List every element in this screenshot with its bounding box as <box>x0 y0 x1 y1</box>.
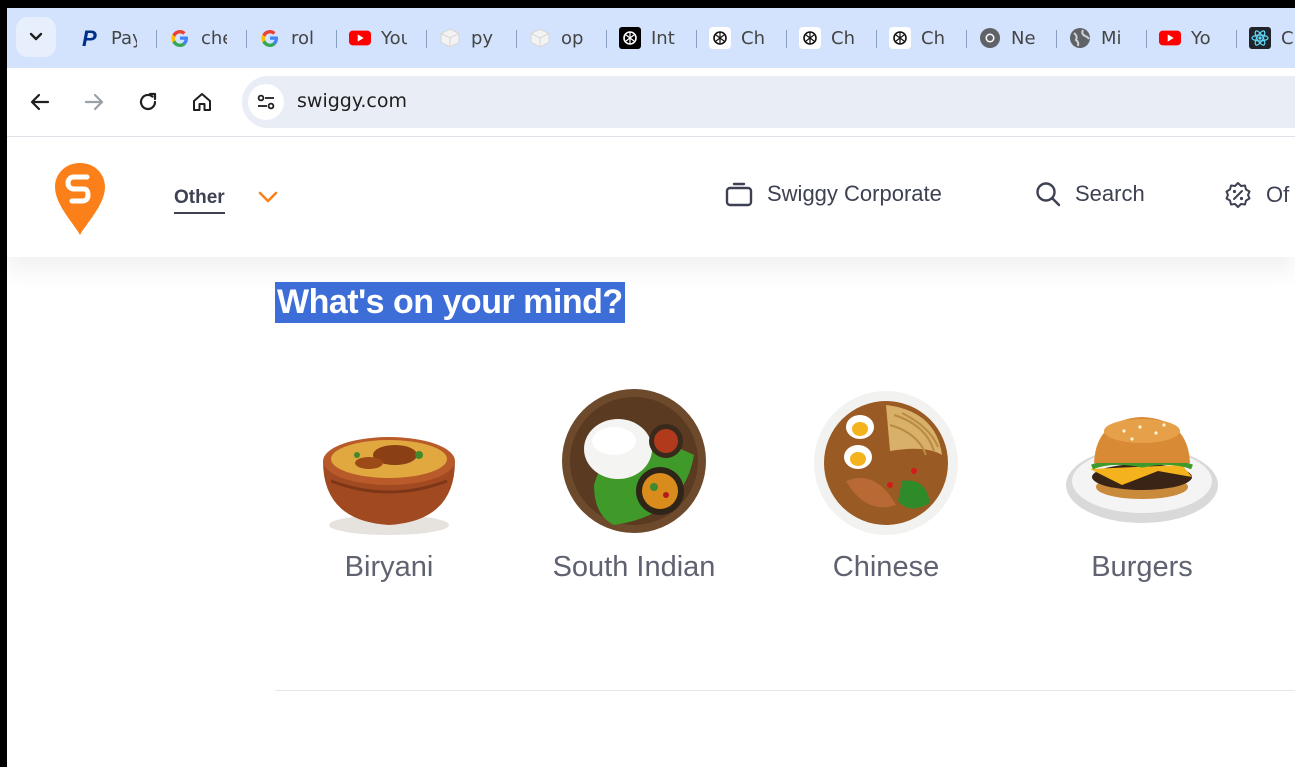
search-icon <box>1035 181 1061 207</box>
tab-title: Ch <box>921 27 945 49</box>
browser-tab[interactable]: Int <box>607 22 697 54</box>
south-indian-image <box>554 385 714 545</box>
browser-tab[interactable]: py <box>427 22 517 54</box>
burgers-image <box>1062 385 1222 545</box>
youtube-icon <box>349 27 371 49</box>
cuisine-biryani[interactable]: Biryani <box>289 385 489 584</box>
forward-button[interactable] <box>77 85 111 119</box>
tab-title: Ch <box>741 27 765 49</box>
cube-icon <box>529 27 551 49</box>
google-icon <box>169 27 191 49</box>
browser-tab[interactable]: C <box>1237 22 1295 54</box>
svg-text:P: P <box>82 27 97 49</box>
tune-icon <box>257 94 275 110</box>
openai-icon <box>709 27 731 49</box>
tab-title: op <box>561 27 584 49</box>
search-link[interactable]: Search <box>1035 181 1145 207</box>
cuisine-south-indian[interactable]: South Indian <box>534 385 734 584</box>
tab-title: py <box>471 27 494 49</box>
chevron-down-icon[interactable] <box>257 189 279 205</box>
cuisine-label: Burgers <box>1091 551 1193 583</box>
browser-tab[interactable]: P Pay <box>67 22 157 54</box>
globe-icon <box>1069 27 1091 49</box>
chevron-down-icon <box>29 32 43 41</box>
briefcase-icon <box>725 181 753 207</box>
browser-tab[interactable]: rol <box>247 22 337 54</box>
cuisine-label: South Indian <box>552 551 716 583</box>
reload-button[interactable] <box>131 85 165 119</box>
swiggy-corporate-link[interactable]: Swiggy Corporate <box>725 181 942 207</box>
section-divider <box>275 690 1295 691</box>
arrow-right-icon <box>84 93 104 111</box>
url-text[interactable]: swiggy.com <box>297 90 407 112</box>
tab-title: Ne <box>1011 27 1036 49</box>
cuisine-burgers[interactable]: Burgers <box>1042 385 1242 584</box>
offers-badge-icon <box>1224 181 1252 209</box>
biryani-image <box>309 385 469 545</box>
tab-strip: P Pay che rol You py op <box>7 8 1295 68</box>
browser-tab[interactable]: You <box>337 22 427 54</box>
swiggy-corporate-label: Swiggy Corporate <box>767 181 942 206</box>
tab-title: Int <box>651 27 675 49</box>
cuisine-label: Biryani <box>344 551 434 583</box>
swiggy-page: Other Swiggy Corporate Search Of What's … <box>7 137 1295 767</box>
chinese-image <box>806 385 966 545</box>
browser-tab[interactable]: Ch <box>877 22 967 54</box>
tab-title: Pay <box>111 27 137 49</box>
tab-title: C <box>1281 27 1294 49</box>
browser-tab[interactable]: Mi <box>1057 22 1147 54</box>
openai-icon <box>799 27 821 49</box>
site-info-button[interactable] <box>248 84 284 120</box>
location-selector[interactable]: Other <box>174 187 225 214</box>
back-button[interactable] <box>23 85 57 119</box>
reload-icon <box>139 92 157 111</box>
cuisine-label: Chinese <box>832 551 940 583</box>
youtube-icon <box>1159 27 1181 49</box>
chrome-icon <box>979 27 1001 49</box>
search-label: Search <box>1075 181 1145 206</box>
browser-tab[interactable]: che <box>157 22 247 54</box>
browser-tab[interactable]: Ch <box>697 22 787 54</box>
tab-title: che <box>201 27 227 49</box>
swiggy-logo-icon <box>55 163 105 235</box>
browser-window: P Pay che rol You py op <box>0 0 1295 767</box>
cube-icon <box>439 27 461 49</box>
tab-title: rol <box>291 27 315 49</box>
browser-tab[interactable]: Ne <box>967 22 1057 54</box>
paypal-icon: P <box>79 27 101 49</box>
home-button[interactable] <box>185 85 219 119</box>
section-title: What's on your mind? <box>275 282 625 323</box>
tab-title: You <box>381 27 407 49</box>
tab-title: Yo <box>1191 27 1211 49</box>
openai-icon <box>889 27 911 49</box>
tab-title: Ch <box>831 27 855 49</box>
home-icon <box>193 93 211 111</box>
google-icon <box>259 27 281 49</box>
tab-title: Mi <box>1101 27 1122 49</box>
tab-search-button[interactable] <box>16 17 56 57</box>
arrow-left-icon <box>30 93 50 111</box>
offers-label: Of <box>1266 182 1290 207</box>
react-icon <box>1249 27 1271 49</box>
browser-toolbar: swiggy.com <box>7 68 1295 137</box>
offers-link[interactable]: Of <box>1224 181 1289 209</box>
cuisine-chinese[interactable]: Chinese <box>786 385 986 584</box>
address-bar[interactable]: swiggy.com <box>242 76 1295 128</box>
openai-dark-icon <box>619 27 641 49</box>
browser-tab[interactable]: Ch <box>787 22 877 54</box>
site-header: Other Swiggy Corporate Search Of <box>7 137 1295 257</box>
swiggy-logo[interactable] <box>53 161 107 237</box>
browser-tab[interactable]: op <box>517 22 607 54</box>
browser-tab[interactable]: Yo <box>1147 22 1237 54</box>
